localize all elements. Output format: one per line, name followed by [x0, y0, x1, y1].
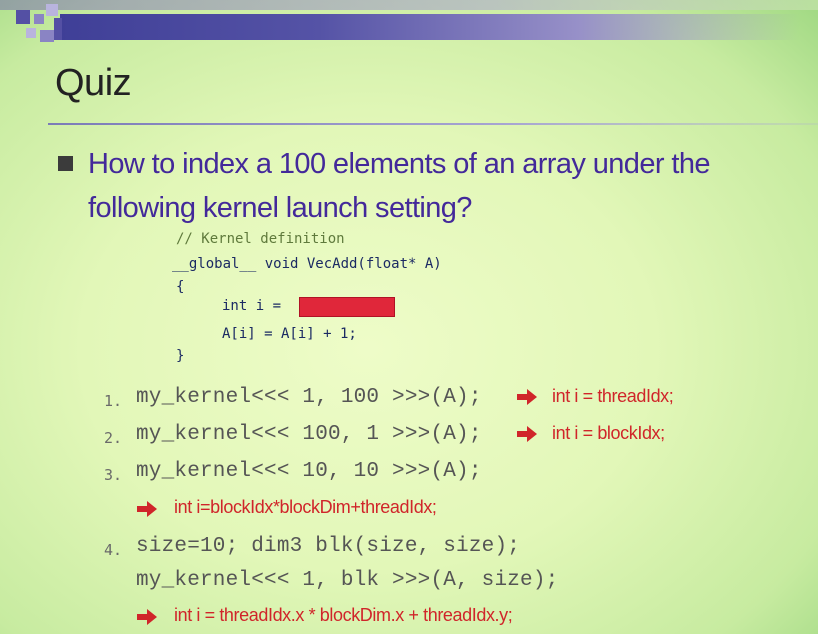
question-text: How to index a 100 elements of an array …: [88, 148, 710, 224]
code-comment: // Kernel definition: [176, 231, 345, 247]
item-number: 2.: [104, 429, 123, 447]
redacted-answer-box: [299, 297, 395, 317]
arrow-right-icon: [137, 501, 157, 517]
code-signature: __global__ void VecAdd(float* A): [172, 256, 442, 272]
decor-square: [40, 30, 54, 42]
code-assign-line: A[i] = A[i] + 1;: [222, 326, 357, 342]
item-code: size=10; dim3 blk(size, size);: [136, 535, 521, 558]
title-bar-decoration: [60, 14, 800, 40]
item-number: 1.: [104, 392, 123, 410]
arrow-right-icon: [517, 389, 537, 405]
decor-square: [26, 28, 36, 38]
code-close-brace: }: [176, 348, 185, 364]
slide: Quiz How to index a 100 elements of an a…: [0, 0, 818, 634]
item-answer: int i = threadIdx;: [552, 386, 674, 406]
decor-square: [34, 14, 44, 24]
item-code: my_kernel<<< 1, 100 >>>(A);: [136, 386, 482, 409]
decor-square: [54, 18, 62, 40]
slide-title: Quiz: [55, 62, 132, 104]
decor-square: [16, 10, 30, 24]
item-answer: int i = blockIdx;: [552, 423, 665, 443]
item-number: 4.: [104, 541, 123, 559]
item-answer: int i=blockIdx*blockDim+threadIdx;: [174, 497, 437, 517]
decor-square: [46, 4, 58, 16]
arrow-right-icon: [517, 426, 537, 442]
item-answer: int i = threadIdx.x * blockDim.x + threa…: [174, 605, 513, 625]
top-band: [0, 0, 818, 10]
bullet-icon: [58, 156, 73, 171]
item-number: 3.: [104, 466, 123, 484]
item-code: my_kernel<<< 100, 1 >>>(A);: [136, 423, 482, 446]
arrow-right-icon: [137, 609, 157, 625]
item-code-line2: my_kernel<<< 1, blk >>>(A, size);: [136, 569, 559, 592]
title-divider: [48, 123, 818, 125]
code-open-brace: {: [176, 279, 185, 295]
item-code: my_kernel<<< 10, 10 >>>(A);: [136, 460, 482, 483]
code-int-line: int i =: [222, 298, 282, 314]
